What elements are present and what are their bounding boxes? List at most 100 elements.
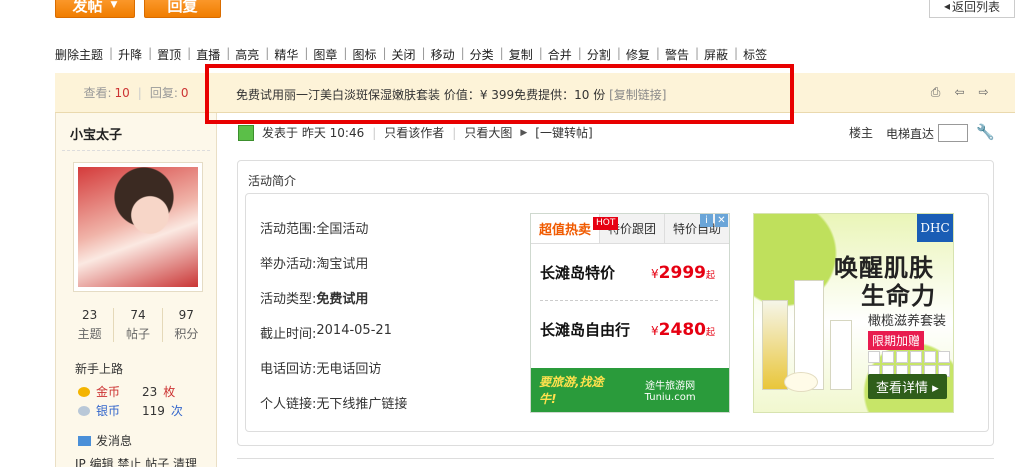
author-stat-value: 97 [178, 308, 194, 322]
product-bottle [762, 300, 788, 390]
views-count: 10 [114, 85, 130, 100]
toolbar-item[interactable]: 复制 [509, 46, 539, 63]
activity-info-row: 个人链接: 无下线推广链接 [260, 393, 407, 428]
toolbar-item[interactable]: 标签 [743, 46, 773, 63]
deal-item[interactable]: 长滩岛自由行 ¥2480起 [540, 319, 715, 340]
floor-jump-input[interactable] [938, 124, 969, 142]
previous-thread-icon[interactable]: ⇦ [952, 85, 967, 100]
deal-price-suffix: 起 [705, 271, 715, 281]
toolbar-item[interactable]: 高亮 [235, 46, 265, 63]
activity-info-key: 电话回访: [260, 362, 317, 377]
toolbar-item[interactable]: 屏蔽 [704, 46, 734, 63]
toolbar-item[interactable]: 移动 [431, 46, 461, 63]
author-stat[interactable]: 23 主题 [66, 308, 115, 342]
toolbar-item[interactable]: 合并 [548, 46, 578, 63]
next-thread-icon[interactable]: ⇨ [976, 85, 991, 100]
author-stats: 23 主题 74 帖子 97 积分 [66, 308, 210, 342]
views-label: 查看: [83, 86, 112, 100]
ad-controls: i ✕ [700, 214, 728, 227]
divider: | [694, 46, 699, 60]
sample-item [868, 351, 880, 363]
deal-currency: ¥ [651, 324, 659, 338]
ad-subtitle: 橄榄滋养套装 [868, 314, 947, 329]
highlight-annotation [205, 64, 794, 124]
post-button[interactable]: 发帖 ▼ [55, 0, 135, 18]
avatar[interactable] [73, 162, 203, 292]
deal-name: 长滩岛特价 [540, 264, 616, 282]
posted-time: 发表于 昨天 10:46 [262, 126, 365, 140]
divider: | [499, 46, 504, 60]
toolbar-item[interactable]: 删除主题 [55, 46, 109, 63]
divider: | [616, 46, 621, 60]
author-stat-label: 主题 [77, 327, 102, 341]
deal-item[interactable]: 长滩岛特价 ¥2999起 [540, 262, 715, 283]
admin-links[interactable]: IP 编辑 禁止 帖子 清理 [75, 455, 197, 467]
toolbar-item[interactable]: 图标 [352, 46, 382, 63]
next-post-frame [237, 458, 994, 467]
toolbar-item[interactable]: 置顶 [157, 46, 187, 63]
author-name[interactable]: 小宝太子 [70, 124, 122, 143]
thread-header-actions: ⎙ ⇦ ⇨ [928, 85, 991, 100]
author-stat[interactable]: 97 积分 [163, 308, 210, 342]
back-to-list-button[interactable]: ◂ 返回列表 [929, 0, 1015, 18]
gold-unit: 枚 [163, 385, 176, 399]
print-icon[interactable]: ⎙ [928, 85, 943, 100]
ad-tab-hot[interactable]: 超值热卖 [531, 214, 599, 243]
post-meta: 发表于 昨天 10:46 | 只看该作者 | 只看大图 ▶ [一键转帖] [238, 124, 593, 141]
replies-count: 0 [180, 85, 189, 100]
tuniu-logo: 途牛旅游网 Tuniu.com [644, 381, 696, 403]
divider: | [372, 125, 377, 140]
activity-info-key: 截止时间: [260, 327, 317, 342]
deal-price-suffix: 起 [705, 328, 715, 338]
divider: | [187, 46, 192, 60]
repost-link[interactable]: [一键转帖] [535, 124, 592, 141]
activity-info-value: 无下线推广链接 [316, 397, 408, 412]
floor-label: 楼主 [849, 126, 874, 140]
floor-jump-label: 电梯直达 [886, 126, 935, 141]
only-image-link[interactable]: 只看大图 [464, 124, 512, 141]
author-stat[interactable]: 74 帖子 [114, 308, 163, 342]
toolbar-item[interactable]: 警告 [665, 46, 695, 63]
deal-price-value: 2480 [658, 320, 706, 340]
activity-info-key: 活动类型: [260, 292, 317, 307]
silver-coin-icon [78, 405, 90, 416]
divider: | [343, 46, 348, 60]
toolbar-item[interactable]: 分割 [587, 46, 617, 63]
info-icon[interactable]: i [700, 214, 713, 227]
toolbar-item[interactable]: 修复 [626, 46, 656, 63]
gold-coin-icon [78, 386, 90, 397]
activity-info-key: 举办活动: [260, 257, 317, 272]
send-message-link[interactable]: 发消息 [78, 432, 132, 449]
thread-stats: 查看: 10 | 回复: 0 [55, 73, 217, 113]
toolbar-item[interactable]: 分类 [470, 46, 500, 63]
product-soap [784, 372, 818, 392]
activity-info-list: 活动范围: 全国活动举办活动: 淘宝试用活动类型: 免费试用截止时间: 2014-05-… [260, 218, 407, 428]
toolbar-item[interactable]: 关闭 [392, 46, 422, 63]
hot-badge: HOT [593, 217, 619, 230]
close-icon[interactable]: ✕ [715, 214, 728, 227]
divider: | [226, 46, 231, 60]
silver-coins: 银币 119 次 [78, 402, 183, 419]
cosmetics-ad[interactable]: DHC 唤醒肌肤 生命力 橄榄滋养套装 限期加赠 查看详情 ▸ [753, 213, 954, 413]
sample-item [910, 351, 922, 363]
divider: | [382, 46, 387, 60]
wrench-icon[interactable]: 🔧 [976, 123, 995, 141]
activity-info-value: 免费试用 [316, 292, 369, 307]
toolbar-item[interactable]: 图章 [313, 46, 343, 63]
activity-info-row: 活动范围: 全国活动 [260, 218, 407, 253]
ad-banner-footer[interactable]: 要旅游,找途牛! 途牛旅游网 Tuniu.com [531, 368, 729, 412]
toolbar-item[interactable]: 升降 [118, 46, 148, 63]
user-group[interactable]: 新手上路 [75, 360, 123, 377]
reply-button[interactable]: 回复 [144, 0, 221, 18]
brand-logo: DHC [917, 214, 953, 242]
only-author-link[interactable]: 只看该作者 [384, 124, 444, 141]
floor-jump: 电梯直达 [886, 124, 969, 142]
activity-info-value: 无电话回访 [316, 362, 382, 377]
divider: | [460, 46, 465, 60]
toolbar-item[interactable]: 直播 [196, 46, 226, 63]
silver-label: 银币 [96, 404, 121, 418]
activity-info-value: 淘宝试用 [316, 257, 369, 272]
activity-info-row: 截止时间: 2014-05-21 [260, 323, 407, 358]
ad-cta-button[interactable]: 查看详情 ▸ [868, 374, 947, 399]
toolbar-item[interactable]: 精华 [274, 46, 304, 63]
